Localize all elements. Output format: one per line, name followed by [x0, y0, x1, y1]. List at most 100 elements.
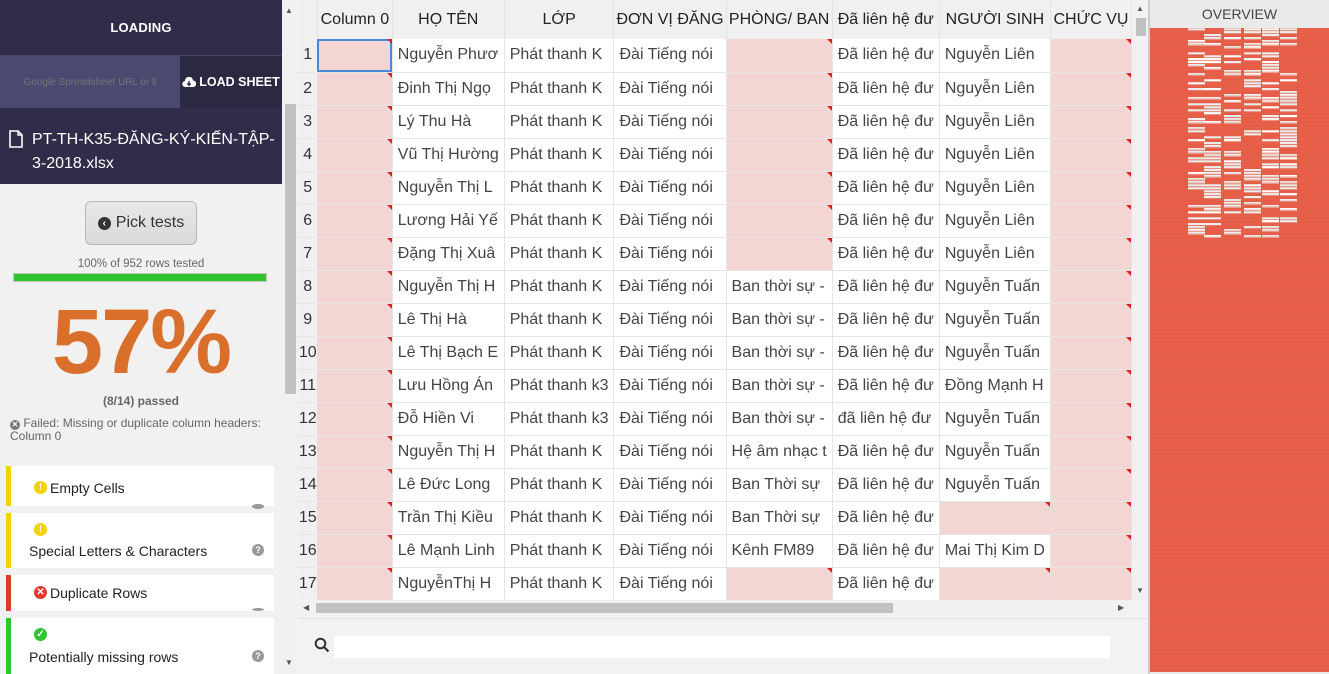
table-cell[interactable]: Phát thanh K [504, 270, 615, 304]
row-number[interactable]: 2 [298, 72, 318, 106]
table-cell[interactable] [1050, 435, 1132, 469]
table-cell[interactable] [317, 534, 393, 568]
table-cell[interactable]: Đã liên hệ đư [832, 501, 940, 535]
table-cell[interactable]: Ban thời sự - [726, 369, 833, 403]
column-header[interactable]: PHÒNG/ BAN [726, 0, 833, 39]
table-cell[interactable]: Đài Tiếng nói [613, 402, 727, 436]
table-cell[interactable] [1050, 567, 1132, 600]
table-cell[interactable] [1050, 303, 1132, 337]
table-cell[interactable] [317, 567, 393, 600]
table-cell[interactable] [1050, 138, 1132, 172]
table-cell[interactable] [726, 204, 833, 238]
table-cell[interactable]: Phát thanh K [504, 567, 615, 600]
table-cell[interactable] [317, 468, 393, 502]
column-header[interactable]: ĐƠN VỊ ĐĂNG [613, 0, 727, 39]
table-cell[interactable] [317, 204, 393, 238]
table-cell[interactable]: Đã liên hệ đư [832, 534, 940, 568]
table-cell[interactable]: Nguyễn Liên [939, 138, 1051, 172]
table-cell[interactable]: Đài Tiếng nói [613, 567, 727, 600]
row-number[interactable]: 8 [298, 270, 318, 304]
test-item-special-characters[interactable]: ! Special Letters & Characters ? [6, 513, 274, 568]
table-cell[interactable]: Vũ Thị Hường [392, 138, 505, 172]
table-cell[interactable]: Lê Đức Long [392, 468, 505, 502]
table-cell[interactable]: Đã liên hệ đư [832, 138, 940, 172]
column-header[interactable]: CHỨC VỤ [1050, 0, 1132, 39]
scroll-thumb[interactable] [285, 104, 296, 394]
scroll-down-icon[interactable]: ▼ [1136, 586, 1144, 595]
table-cell[interactable]: Đài Tiếng nói [613, 237, 727, 271]
table-cell[interactable]: Phát thanh K [504, 105, 615, 139]
table-cell[interactable]: Đài Tiếng nói [613, 39, 727, 73]
table-cell[interactable]: Trần Thị Kiều [392, 501, 505, 535]
scroll-right-icon[interactable]: ▶ [1118, 603, 1124, 612]
table-cell[interactable]: Nguyễn Tuấn [939, 270, 1051, 304]
table-cell[interactable] [1050, 468, 1132, 502]
table-cell[interactable]: Mai Thị Kim D [939, 534, 1051, 568]
table-cell[interactable]: Lý Thu Hà [392, 105, 505, 139]
table-cell[interactable]: Phát thanh K [504, 303, 615, 337]
table-cell[interactable]: Ban thời sự - [726, 270, 833, 304]
table-cell[interactable]: Đài Tiếng nói [613, 336, 727, 370]
test-item-missing-rows[interactable]: ✓ Potentially missing rows ? [6, 618, 274, 674]
table-cell[interactable]: Đài Tiếng nói [613, 105, 727, 139]
table-cell[interactable]: Nguyễn Liên [939, 237, 1051, 271]
table-cell[interactable]: Phát thanh K [504, 435, 615, 469]
table-cell[interactable] [726, 105, 833, 139]
table-cell[interactable] [317, 402, 393, 436]
scroll-thumb[interactable] [316, 603, 893, 613]
table-cell[interactable] [317, 303, 393, 337]
table-cell[interactable]: Phát thanh K [504, 72, 615, 106]
table-cell[interactable]: Nguyễn Tuấn [939, 402, 1051, 436]
row-number[interactable]: 15 [298, 501, 318, 535]
search-input[interactable] [334, 636, 1110, 658]
table-cell[interactable] [317, 72, 393, 106]
table-cell[interactable]: Kênh FM89 [726, 534, 833, 568]
table-cell[interactable]: Đài Tiếng nói [613, 435, 727, 469]
table-cell[interactable]: Nguyễn Liên [939, 171, 1051, 205]
row-number[interactable]: 7 [298, 237, 318, 271]
table-cell[interactable]: Phát thanh K [504, 39, 615, 73]
table-cell[interactable] [317, 138, 393, 172]
table-cell[interactable]: Hệ âm nhạc t [726, 435, 833, 469]
help-icon[interactable]: ? [252, 650, 264, 662]
table-cell[interactable] [317, 270, 393, 304]
table-cell[interactable]: Phát thanh K [504, 171, 615, 205]
pick-tests-button[interactable]: ‹ Pick tests [85, 201, 197, 245]
table-cell[interactable]: Ban thời sự - [726, 402, 833, 436]
table-cell[interactable]: Đài Tiếng nói [613, 72, 727, 106]
table-cell[interactable]: Phát thanh k3 [504, 402, 615, 436]
horizontal-scrollbar[interactable]: ◀ ▶ [298, 600, 1132, 616]
table-cell[interactable]: Đã liên hệ đư [832, 237, 940, 271]
table-cell[interactable] [726, 171, 833, 205]
table-cell[interactable]: Đài Tiếng nói [613, 468, 727, 502]
column-header[interactable]: Column 0 [317, 0, 393, 39]
table-cell[interactable]: Nguyễn Liên [939, 105, 1051, 139]
table-cell[interactable] [317, 237, 393, 271]
test-item-duplicate-rows[interactable]: ✕ Duplicate Rows [6, 575, 274, 611]
table-cell[interactable]: Lê Mạnh Linh [392, 534, 505, 568]
table-cell[interactable]: Đã liên hệ đư [832, 171, 940, 205]
table-cell[interactable]: Lê Thị Hà [392, 303, 505, 337]
help-icon[interactable] [252, 608, 264, 611]
table-cell[interactable] [1050, 534, 1132, 568]
row-number[interactable]: 12 [298, 402, 318, 436]
table-cell[interactable] [1050, 39, 1132, 73]
help-icon[interactable]: ? [252, 544, 264, 556]
table-cell[interactable] [1050, 501, 1132, 535]
row-number[interactable]: 11 [298, 369, 318, 403]
table-cell[interactable]: Phát thanh K [504, 204, 615, 238]
table-cell[interactable]: Đã liên hệ đư [832, 270, 940, 304]
table-cell[interactable]: Nguyễn Phươ [392, 39, 505, 73]
table-cell[interactable]: Phát thanh K [504, 336, 615, 370]
table-cell[interactable] [317, 435, 393, 469]
row-number[interactable]: 4 [298, 138, 318, 172]
table-cell[interactable]: Đồng Mạnh H [939, 369, 1051, 403]
table-cell[interactable] [726, 138, 833, 172]
table-cell[interactable]: Nguyễn Tuấn [939, 336, 1051, 370]
test-item-empty-cells[interactable]: ! Empty Cells [6, 466, 274, 509]
table-cell[interactable] [726, 237, 833, 271]
table-cell[interactable] [726, 72, 833, 106]
table-cell[interactable] [317, 171, 393, 205]
table-cell[interactable]: Đã liên hệ đư [832, 105, 940, 139]
column-header[interactable]: LỚP [504, 0, 615, 39]
